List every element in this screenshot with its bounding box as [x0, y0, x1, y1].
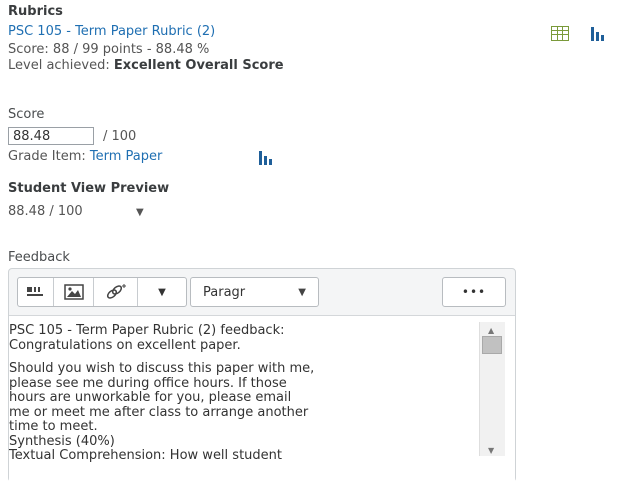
- more-actions-button[interactable]: •••: [442, 277, 506, 307]
- link-icon: [105, 284, 127, 300]
- grade-item-label: Grade Item:: [8, 149, 90, 164]
- feedback-paragraph: PSC 105 - Term Paper Rubric (2) feedback…: [9, 324, 475, 353]
- feedback-scrollbar[interactable]: ▲ ▼: [479, 322, 505, 456]
- level-value: Excellent Overall Score: [114, 58, 284, 73]
- insert-dropdown-button[interactable]: ▼: [138, 278, 186, 306]
- bar-chart-icon[interactable]: [591, 26, 604, 45]
- rubric-score-line: Score: 88 / 99 points - 88.48 %: [8, 42, 209, 57]
- caret-down-icon: ▼: [298, 287, 306, 298]
- chevron-down-icon[interactable]: ▼: [136, 207, 144, 218]
- student-view-heading: Student View Preview: [8, 181, 169, 196]
- image-icon: [64, 284, 84, 300]
- level-label: Level achieved:: [8, 58, 114, 73]
- grade-item: Grade Item: Term Paper: [8, 149, 162, 164]
- insert-stuff-button[interactable]: [18, 278, 54, 306]
- rubrics-heading: Rubrics: [8, 4, 63, 19]
- feedback-text-area[interactable]: PSC 105 - Term Paper Rubric (2) feedback…: [9, 315, 515, 483]
- insert-image-button[interactable]: [54, 278, 94, 306]
- scroll-thumb[interactable]: [482, 336, 502, 354]
- grade-stats-icon[interactable]: [259, 150, 272, 169]
- rubric-name-link[interactable]: PSC 105 - Term Paper Rubric (2): [8, 24, 215, 39]
- grid-view-icon[interactable]: [551, 26, 569, 45]
- feedback-editor: ▼ Paragr ▼ ••• PSC 105 - Term Paper Rubr…: [8, 268, 516, 482]
- paragraph-format-select[interactable]: Paragr ▼: [190, 277, 319, 307]
- score-out-of: / 100: [103, 129, 136, 144]
- feedback-content: PSC 105 - Term Paper Rubric (2) feedback…: [9, 324, 475, 473]
- level-achieved: Level achieved: Excellent Overall Score: [8, 58, 284, 73]
- scroll-down-arrow[interactable]: ▼: [488, 444, 494, 459]
- insert-stuff-icon: [26, 285, 46, 299]
- caret-down-icon: ▼: [158, 287, 166, 298]
- student-view-value: 88.48 / 100: [8, 204, 83, 219]
- score-input[interactable]: 88.48: [8, 127, 94, 145]
- score-heading: Score: [8, 107, 44, 122]
- grade-item-link[interactable]: Term Paper: [90, 149, 162, 164]
- feedback-paragraph: Should you wish to discuss this paper wi…: [9, 362, 475, 464]
- paragraph-format-label: Paragr: [203, 285, 245, 300]
- toolbar-insert-group: ▼: [17, 277, 187, 307]
- insert-link-button[interactable]: [94, 278, 138, 306]
- feedback-heading: Feedback: [8, 250, 70, 265]
